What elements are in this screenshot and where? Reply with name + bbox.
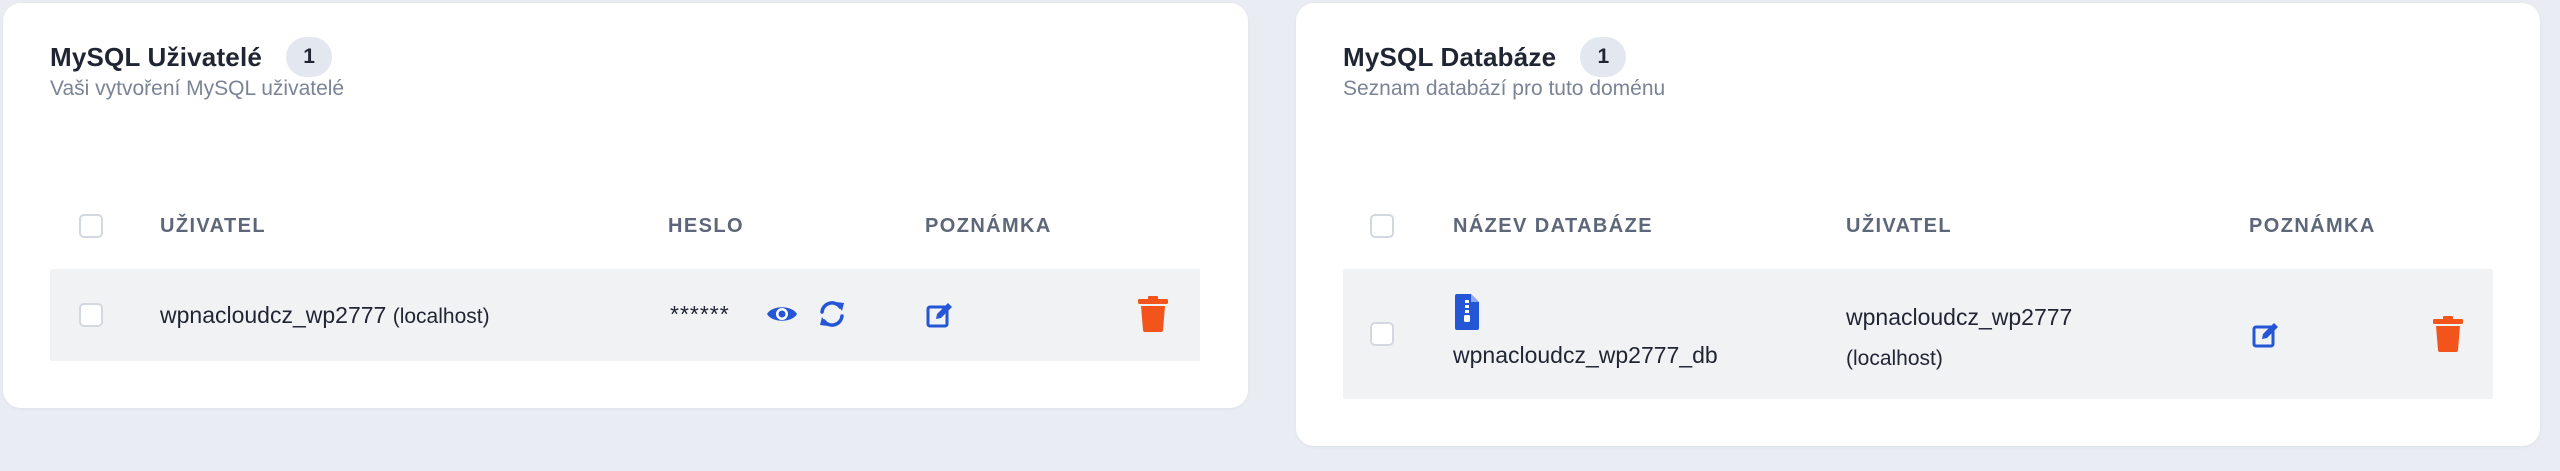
- users-select-all-checkbox[interactable]: [79, 214, 103, 238]
- database-name: wpnacloudcz_wp2777_db: [1453, 342, 1718, 368]
- user-host: (localhost): [392, 305, 490, 328]
- db-user-host-text: (localhost): [1846, 347, 1943, 370]
- db-column-note: POZNÁMKA: [2249, 215, 2376, 237]
- database-file-icon: [1455, 294, 1479, 330]
- table-row: wpnacloudcz_wp2777 (localhost) ******: [50, 269, 1200, 361]
- db-user-host: (localhost): [1846, 344, 1943, 371]
- users-column-user: UŽIVATEL: [160, 215, 267, 237]
- edit-note-icon[interactable]: [926, 301, 954, 329]
- db-count-badge: 1: [1580, 37, 1627, 77]
- eye-icon[interactable]: [766, 302, 798, 326]
- db-user-name: wpnacloudcz_wp2777: [1846, 304, 2073, 330]
- db-column-user: UŽIVATEL: [1846, 215, 1953, 237]
- trash-icon[interactable]: [1137, 296, 1169, 332]
- db-card-title-row: MySQL Databáze 1: [1343, 37, 1627, 77]
- users-count-badge: 1: [286, 37, 333, 77]
- db-card-title: MySQL Databáze: [1343, 41, 1557, 72]
- refresh-icon[interactable]: [817, 299, 847, 329]
- users-card-title: MySQL Uživatelé: [50, 41, 263, 72]
- table-row: wpnacloudcz_wp2777_db wpnacloudcz_wp2777…: [1343, 269, 2493, 399]
- users-column-note: POZNÁMKA: [925, 215, 1052, 237]
- password-mask: ******: [670, 301, 730, 327]
- users-column-password: HESLO: [668, 215, 744, 237]
- users-card-title-row: MySQL Uživatelé 1: [50, 37, 333, 77]
- db-select-all-checkbox[interactable]: [1370, 214, 1394, 238]
- db-card-subtitle: Seznam databází pro tuto doménu: [1343, 77, 1666, 100]
- users-card-subtitle: Vaši vytvoření MySQL uživatelé: [50, 77, 345, 100]
- user-name: wpnacloudcz_wp2777: [160, 302, 387, 328]
- row-checkbox[interactable]: [1370, 322, 1394, 346]
- db-column-name: NÁZEV DATABÁZE: [1453, 215, 1653, 237]
- mysql-databases-card: MySQL Databáze 1 Seznam databází pro tut…: [1296, 3, 2540, 446]
- edit-note-icon[interactable]: [2252, 321, 2280, 349]
- row-checkbox[interactable]: [79, 303, 103, 327]
- user-name-cell: wpnacloudcz_wp2777 (localhost): [160, 302, 490, 329]
- trash-icon[interactable]: [2432, 316, 2464, 352]
- mysql-users-card: MySQL Uživatelé 1 Vaši vytvoření MySQL u…: [3, 3, 1248, 408]
